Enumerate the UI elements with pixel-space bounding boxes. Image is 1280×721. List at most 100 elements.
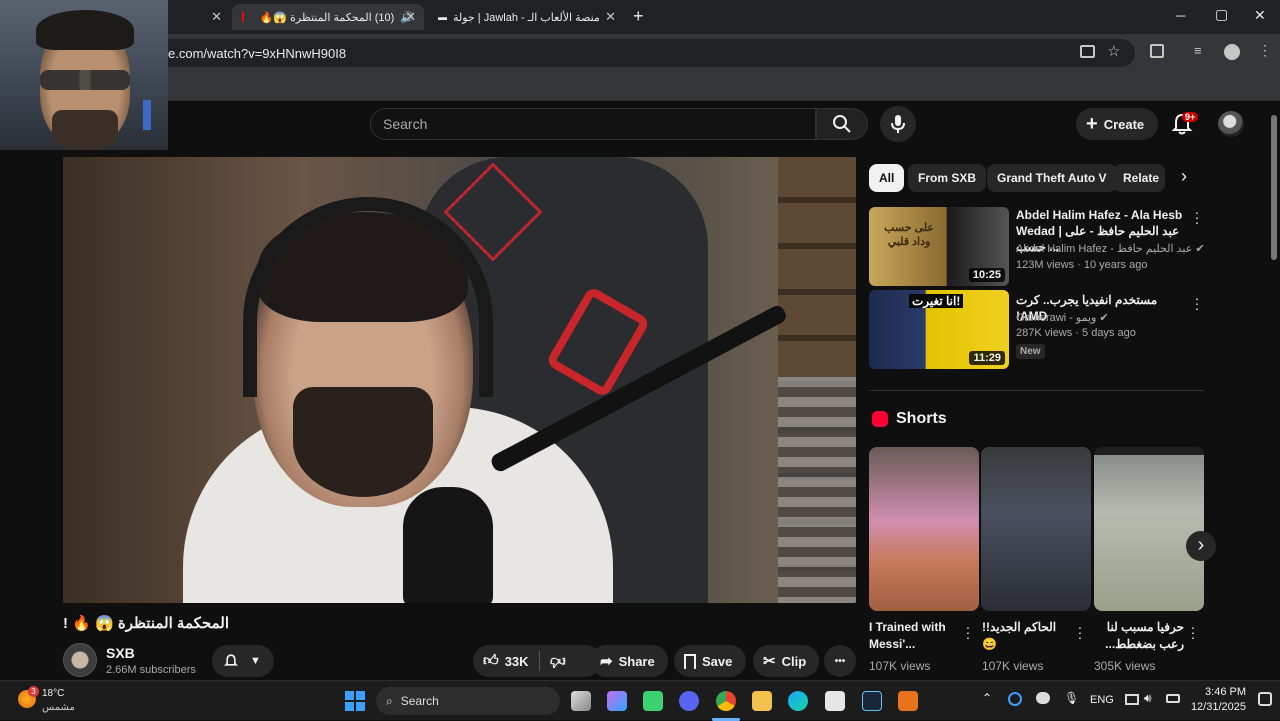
copilot-icon[interactable]: [607, 691, 627, 711]
microphone-tray-icon[interactable]: 🎙: [1064, 691, 1079, 705]
microphone-icon: [891, 115, 905, 133]
short-thumbnail[interactable]: [869, 447, 979, 611]
share-label: Share: [618, 653, 655, 669]
short-menu-kebab-icon[interactable]: · · ·: [964, 620, 972, 644]
account-avatar[interactable]: [1218, 111, 1244, 137]
video-player[interactable]: [63, 157, 856, 603]
whatsapp-icon[interactable]: [643, 691, 663, 711]
tab-title: جولة | Jawlah - منصة الألعاب الـ: [453, 11, 600, 24]
more-actions-button[interactable]: •••: [824, 645, 856, 677]
edge-icon[interactable]: [788, 691, 808, 711]
url-field[interactable]: e.com/watch?v=9xHNnwH90I8: [150, 39, 1135, 67]
browser-menu-icon[interactable]: ⋮: [1258, 42, 1272, 59]
bookmark-star-icon[interactable]: ☆: [1107, 42, 1120, 60]
search-input[interactable]: Search: [370, 108, 816, 140]
browser-tab[interactable]: ✕: [168, 4, 230, 30]
shorts-next-chevron-icon[interactable]: ›: [1186, 531, 1216, 561]
channel-name[interactable]: SXB: [106, 645, 135, 661]
voice-search-button[interactable]: [880, 106, 916, 142]
short-menu-kebab-icon[interactable]: · · ·: [1076, 620, 1084, 644]
profile-avatar-icon[interactable]: [1224, 44, 1240, 60]
video-duration: 11:29: [969, 351, 1005, 365]
related-thumbnail[interactable]: على حسب وداد قلبي 10:25: [869, 207, 1009, 286]
short-menu-kebab-icon[interactable]: · · ·: [1189, 620, 1197, 644]
new-badge: New: [1016, 344, 1045, 359]
tab-close-icon[interactable]: ✕: [405, 9, 416, 25]
install-app-icon[interactable]: [1080, 45, 1095, 58]
related-channel[interactable]: Abdel Halim Hafez - عبد الحليم حافظ ✔: [1016, 242, 1205, 255]
microsoft-store-icon[interactable]: [825, 691, 845, 711]
short-title[interactable]: الحاكم الجديد!! 😄: [982, 619, 1072, 655]
taskbar-search[interactable]: ⌕ Search: [376, 687, 560, 715]
chip-gta-v[interactable]: Grand Theft Auto V: [987, 164, 1117, 192]
subscription-notifications-button[interactable]: ▼: [212, 645, 274, 677]
related-thumbnail[interactable]: انا تغيرت! 11:29: [869, 290, 1009, 369]
dislike-button[interactable]: 👍︎: [550, 652, 566, 670]
browser-tab-active[interactable]: (10) المحكمة المنتظرة 😱🔥 🔊 ✕: [232, 4, 424, 30]
clock-time[interactable]: 3:46 PM: [1200, 686, 1246, 698]
search-icon: [833, 115, 851, 133]
battery-icon[interactable]: [1166, 694, 1180, 703]
task-view-icon[interactable]: [571, 691, 591, 711]
discord-icon[interactable]: [679, 691, 699, 711]
clip-button[interactable]: ✂ Clip: [753, 645, 819, 677]
notifications-badge: 9+: [1182, 112, 1199, 122]
scissors-icon: ✂: [763, 653, 776, 670]
address-bar-row: e.com/watch?v=9xHNnwH90I8 ☆ ≡ ⋮: [0, 34, 1280, 72]
short-title[interactable]: I Trained with Messi'...: [869, 619, 959, 655]
scrollbar-thumb[interactable]: [1271, 115, 1277, 260]
chrome-icon[interactable]: [716, 691, 736, 711]
divider: [869, 390, 1204, 391]
windows-start-icon[interactable]: [345, 691, 365, 711]
bookmark-icon: [684, 653, 696, 669]
maximize-button[interactable]: ▢: [1215, 6, 1228, 23]
video-menu-kebab-icon[interactable]: · · ·: [1193, 205, 1201, 229]
network-icon[interactable]: [1125, 694, 1139, 705]
tab-close-icon[interactable]: ✕: [605, 9, 616, 25]
create-button[interactable]: + Create: [1076, 108, 1158, 140]
weather-temp[interactable]: 18°C: [42, 688, 64, 699]
chip-related[interactable]: Relate: [1113, 164, 1165, 192]
channel-name: Gamerawi - ويمو: [1016, 312, 1097, 324]
new-tab-button[interactable]: +: [633, 6, 644, 27]
extensions-icon[interactable]: [1150, 44, 1164, 58]
channel-name: Abdel Halim Hafez - عبد الحليم حافظ: [1016, 243, 1193, 255]
channel-avatar[interactable]: [63, 643, 97, 677]
clock-date[interactable]: 12/31/2025: [1190, 701, 1246, 713]
tab-close-icon[interactable]: ✕: [211, 9, 222, 25]
close-window-button[interactable]: ✕: [1254, 7, 1266, 24]
chip-all[interactable]: All: [869, 164, 905, 192]
like-button[interactable]: 👍︎ 33K: [483, 652, 529, 670]
volume-icon[interactable]: 🔊︎: [1144, 691, 1152, 706]
language-indicator[interactable]: ENG: [1090, 694, 1114, 706]
browser-tab[interactable]: ▬ جولة | Jawlah - منصة الألعاب الـ ✕: [428, 4, 624, 30]
windows-taskbar: 3 18°C مشمس ⌕ Search ⌃ 🎙 ENG 🔊︎ 3:46 PM …: [0, 680, 1280, 721]
chip-from-sxb[interactable]: From SXB: [908, 164, 987, 192]
chips-next-chevron-icon[interactable]: ›: [1172, 166, 1196, 190]
short-views: 107K views: [982, 659, 1044, 673]
show-hidden-icons-chevron-icon[interactable]: ⌃: [982, 691, 992, 705]
save-button[interactable]: Save: [674, 645, 746, 677]
like-dislike-group: 👍︎ 33K 👍︎: [473, 645, 601, 677]
file-explorer-icon[interactable]: [752, 691, 772, 711]
search-button[interactable]: [816, 108, 868, 140]
short-thumbnail[interactable]: [1094, 447, 1204, 611]
media-control-icon[interactable]: ≡: [1194, 43, 1202, 58]
app-icon[interactable]: [898, 691, 918, 711]
video-menu-kebab-icon[interactable]: · · ·: [1193, 291, 1201, 315]
sync-icon[interactable]: [1008, 692, 1022, 706]
steam-icon[interactable]: [862, 691, 882, 711]
share-button[interactable]: ➦ Share: [590, 645, 668, 677]
bell-icon: [223, 654, 239, 666]
minimize-button[interactable]: ─: [1176, 8, 1185, 23]
chevron-down-icon: ▼: [250, 655, 261, 667]
jawlah-favicon-icon: ▬: [438, 12, 447, 22]
subscriber-count: 2.66M subscribers: [106, 664, 196, 676]
notifications-center-icon[interactable]: [1258, 692, 1272, 706]
cloud-icon[interactable]: [1036, 692, 1050, 704]
short-thumbnail[interactable]: [981, 447, 1091, 611]
short-title[interactable]: حرفيا مسبب لنا رعب بضغطط...: [1094, 619, 1184, 655]
bookmarks-bar: [0, 72, 1280, 101]
related-channel[interactable]: Gamerawi - ويمو ✔: [1016, 311, 1109, 324]
save-label: Save: [702, 653, 733, 669]
